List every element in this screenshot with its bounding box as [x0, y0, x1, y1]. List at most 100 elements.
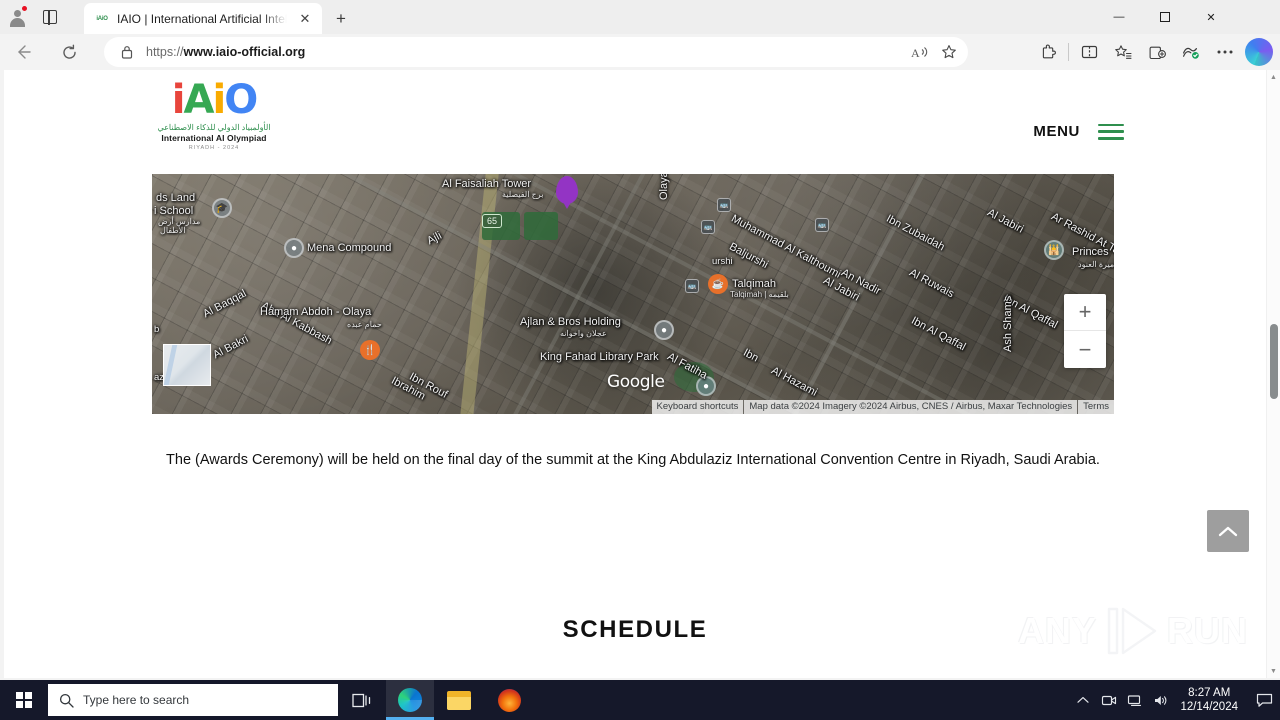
map-label: Princes [1072, 246, 1109, 258]
map-poi-talqimah[interactable]: ☕ [708, 274, 728, 294]
map-label: Mena Compound [307, 242, 392, 254]
logo-arabic-text: الأولمبياد الدولي للذكاء الاصطناعي [157, 123, 271, 132]
map-terms-link[interactable]: Terms [1078, 400, 1114, 414]
new-tab-button[interactable]: + [328, 7, 354, 31]
refresh-icon[interactable] [54, 37, 84, 67]
taskbar-search-placeholder: Type here to search [83, 693, 190, 707]
map-label: b [154, 324, 160, 335]
map-label: Talqimah [732, 278, 777, 290]
map-poi-school[interactable]: 🎓 [212, 198, 232, 218]
map-label: Talqimah | بلقيمه [730, 290, 789, 299]
favorite-star-icon[interactable] [934, 39, 964, 65]
tab-actions-button[interactable] [34, 0, 66, 34]
read-aloud-icon[interactable]: A [904, 39, 934, 65]
microsoft-edge-button[interactable] [386, 680, 434, 720]
chevron-up-icon [1218, 526, 1238, 536]
extensions-icon[interactable] [1031, 37, 1065, 67]
browser-toolbar-right [1031, 37, 1276, 67]
browser-titlebar: iAiO IAIO | International Artificial Int… [0, 0, 1280, 34]
map-poi-mena-compound[interactable]: ● [284, 238, 304, 258]
task-view-button[interactable] [338, 680, 386, 720]
windows-start-icon [16, 692, 32, 708]
scrollbar-thumb[interactable] [1270, 324, 1278, 399]
action-center-icon [1256, 693, 1272, 707]
browser-navbar: https://www.iaio-official.org A [0, 34, 1280, 70]
hamburger-icon[interactable] [1098, 123, 1124, 140]
window-close-button[interactable]: ✕ [1188, 0, 1234, 34]
action-center-button[interactable] [1248, 680, 1280, 720]
clock-time: 8:27 AM [1188, 687, 1231, 699]
map-poi-bus-d[interactable]: 🚌 [815, 218, 829, 232]
toolbar-divider [1068, 43, 1069, 61]
search-icon [58, 693, 74, 708]
map-poi-princess-mosque[interactable]: 🕌 [1044, 240, 1064, 260]
map-label: برج الفيصلية [502, 190, 544, 199]
google-logo: Google [607, 372, 665, 392]
titlebar-left-controls [0, 0, 66, 34]
camera-icon[interactable] [1096, 680, 1122, 720]
map-label: King Fahad Library Park [540, 351, 659, 363]
split-screen-icon[interactable] [1072, 37, 1106, 67]
map-poi-ajlan-bros[interactable]: ● [654, 320, 674, 340]
collections-icon[interactable] [1140, 37, 1174, 67]
vertical-tabs-icon [43, 9, 57, 25]
show-hidden-icons-button[interactable] [1070, 680, 1096, 720]
file-explorer-icon [447, 690, 471, 710]
scroll-up-arrow[interactable]: ▲ [1267, 70, 1280, 84]
settings-more-icon[interactable] [1208, 37, 1242, 67]
menu-toggle[interactable]: MENU [1033, 123, 1124, 140]
back-to-top-button[interactable] [1207, 510, 1249, 552]
map-label: عجلان واخوانه [560, 329, 607, 338]
map-label: مدارس أرض [158, 217, 201, 226]
map-zoom-controls: + − [1064, 294, 1106, 368]
map-zoom-in-button[interactable]: + [1064, 294, 1106, 331]
scroll-down-arrow[interactable]: ▼ [1267, 664, 1280, 678]
map-route-shield-65: 65 [482, 214, 502, 228]
tab-title: IAIO | International Artificial Intel [117, 11, 287, 26]
map-label: حمام عبده [347, 320, 382, 329]
volume-icon[interactable] [1148, 680, 1174, 720]
svg-text:A: A [911, 46, 920, 60]
maximize-button[interactable] [1142, 0, 1188, 34]
url-text: https://www.iaio-official.org [146, 45, 306, 59]
map-label: أميرة العنود [1078, 260, 1114, 269]
map-poi-bus-a[interactable]: 🚌 [717, 198, 731, 212]
map-inset-thumbnail[interactable] [163, 344, 211, 386]
map-label: urshi [712, 256, 733, 267]
map-poi-restaurant[interactable]: 🍴 [360, 340, 380, 360]
map-poi-al-faisaliah-tower[interactable] [556, 176, 578, 209]
browser-tab[interactable]: iAiO IAIO | International Artificial Int… [84, 3, 322, 34]
file-explorer-button[interactable] [435, 680, 483, 720]
copilot-icon[interactable] [1242, 37, 1276, 67]
map-poi-bus-b[interactable]: 🚌 [701, 220, 715, 234]
logo-wordmark: iAiO [171, 77, 258, 123]
task-view-icon [352, 693, 371, 707]
browser-essentials-icon[interactable] [1174, 37, 1208, 67]
firefox-button[interactable] [485, 680, 533, 720]
menu-label: MENU [1033, 123, 1080, 140]
iaio-logo[interactable]: iAiO الأولمبياد الدولي للذكاء الاصطناعي … [152, 80, 276, 151]
firefox-icon [497, 688, 521, 712]
start-button[interactable] [0, 680, 48, 720]
map-poi-bus-c[interactable]: 🚌 [685, 279, 699, 293]
iaio-favicon: iAiO [96, 15, 108, 22]
profile-button[interactable] [0, 0, 34, 34]
page-title: SCHEDULE [562, 616, 708, 643]
taskbar-clock[interactable]: 8:27 AM 12/14/2024 [1174, 686, 1248, 714]
back-icon[interactable] [8, 37, 38, 67]
favorites-icon[interactable] [1106, 37, 1140, 67]
taskbar-search-box[interactable]: Type here to search [48, 684, 338, 716]
google-map-embed[interactable]: 65 🎓 ● ☕ 🍴 ● 🕌 ● 🚌 🚌 🚌 🚌 ds Land i School… [152, 174, 1114, 414]
close-icon[interactable]: ✕ [294, 8, 316, 30]
address-bar[interactable]: https://www.iaio-official.org A [104, 37, 968, 67]
profile-alert-badge [20, 4, 29, 13]
logo-city-year: RIYADH - 2024 [188, 145, 240, 151]
map-label: الأطفال [160, 226, 186, 235]
page-scrollbar[interactable]: ▲ ▼ [1266, 70, 1280, 678]
system-tray: 8:27 AM 12/14/2024 [1070, 680, 1280, 720]
network-icon[interactable] [1122, 680, 1148, 720]
map-zoom-out-button[interactable]: − [1064, 331, 1106, 368]
minimize-button[interactable]: — [1096, 0, 1142, 34]
map-label: Olaya St [658, 174, 670, 200]
keyboard-shortcuts-link[interactable]: Keyboard shortcuts [651, 400, 744, 414]
